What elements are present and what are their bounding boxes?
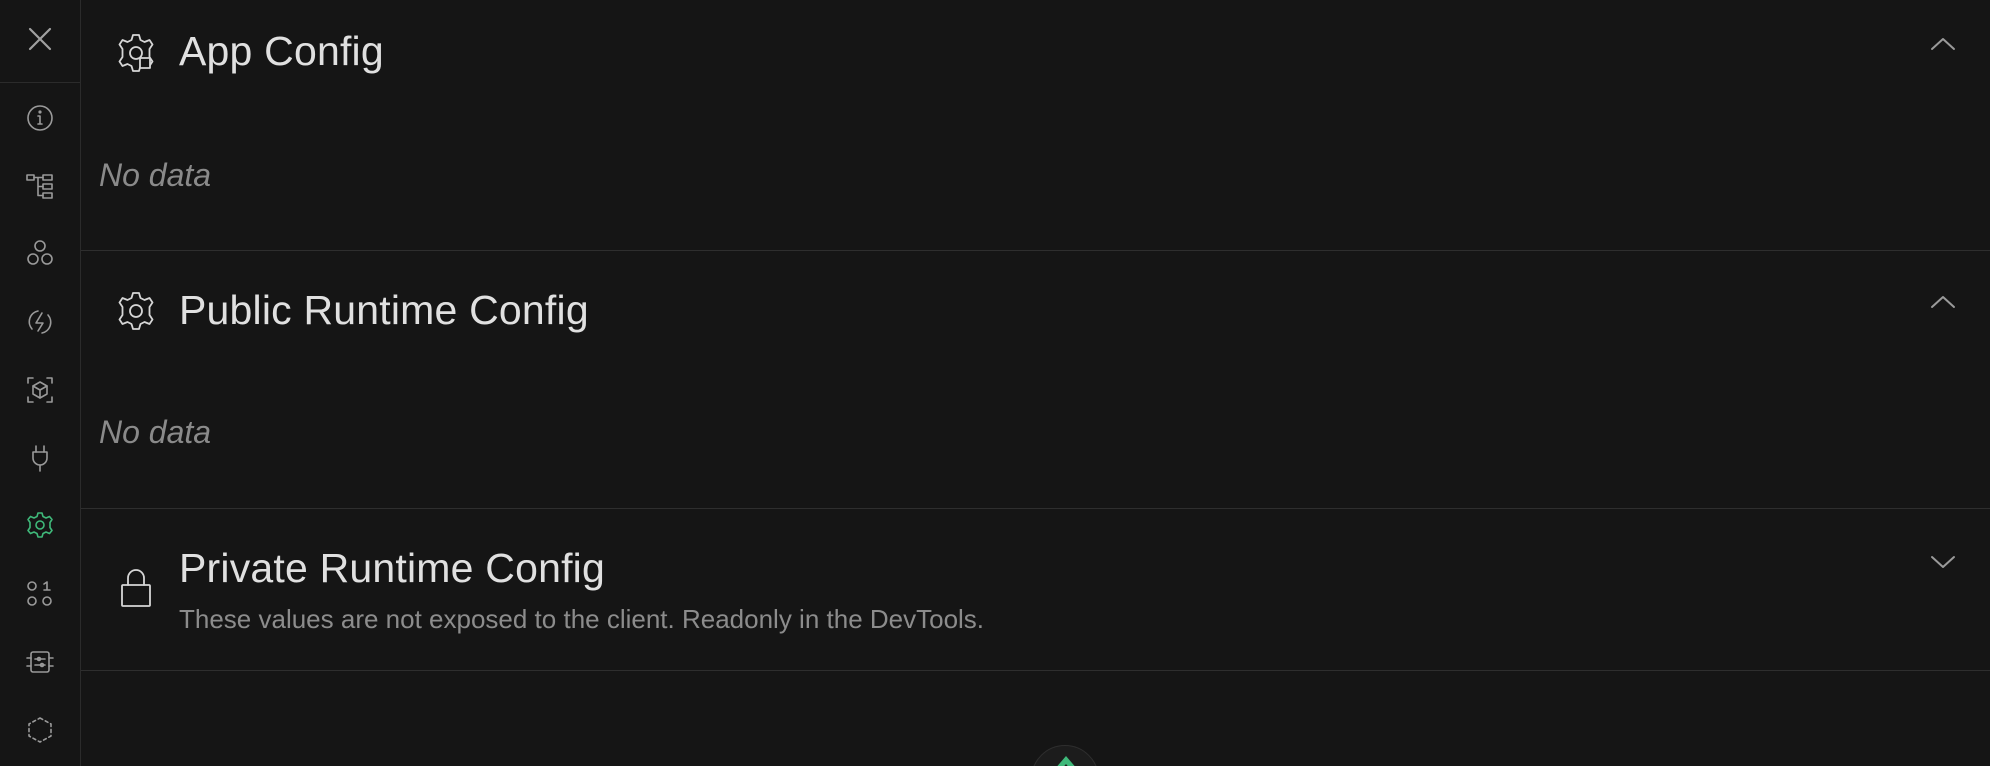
public-runtime-config-header[interactable]: Public Runtime Config xyxy=(81,251,1990,351)
chevron-down-icon[interactable] xyxy=(1928,552,1958,572)
public-runtime-config-section: Public Runtime Config No data xyxy=(81,251,1990,509)
chevron-up-icon[interactable] xyxy=(1928,292,1958,312)
sidebar-item-components[interactable] xyxy=(0,225,80,281)
gear-icon xyxy=(27,512,53,538)
sidebar-item-overview[interactable] xyxy=(0,90,80,146)
sidebar-item-server-routes[interactable] xyxy=(0,634,80,690)
components-icon xyxy=(27,240,53,265)
gear-icon xyxy=(114,289,158,333)
sidebar-item-modules[interactable] xyxy=(0,362,80,418)
close-icon xyxy=(28,27,52,50)
devtools-toggle-button[interactable] xyxy=(1031,745,1099,766)
private-runtime-config-header[interactable]: Private Runtime Config These values are … xyxy=(81,509,1990,671)
section-title: Private Runtime Config xyxy=(179,545,605,591)
payload-icon xyxy=(27,581,52,606)
chevron-up-icon[interactable] xyxy=(1928,34,1958,54)
sidebar xyxy=(0,0,81,766)
info-icon xyxy=(27,105,53,131)
app-config-header[interactable]: App Config xyxy=(81,0,1990,100)
sidebar-item-runtime-configs[interactable] xyxy=(0,497,80,553)
sidebar-item-imports[interactable] xyxy=(0,294,80,350)
private-runtime-config-section: Private Runtime Config These values are … xyxy=(81,509,1990,671)
server-routes-icon xyxy=(26,651,54,673)
dashed-hexagon-icon xyxy=(28,717,52,743)
main-content: App Config No data Public Runtime Config… xyxy=(81,0,1990,766)
section-title: Public Runtime Config xyxy=(179,287,589,333)
section-title: App Config xyxy=(179,28,384,74)
cube-icon xyxy=(27,377,53,403)
section-subtitle: These values are not exposed to the clie… xyxy=(179,604,985,634)
sidebar-item-virtual-files[interactable] xyxy=(0,702,80,758)
plug-icon xyxy=(32,445,48,472)
app-config-section: App Config No data xyxy=(81,0,1990,251)
no-data-text: No data xyxy=(99,414,212,450)
sidebar-item-pages[interactable] xyxy=(0,158,80,214)
lock-icon xyxy=(114,566,158,610)
close-button[interactable] xyxy=(25,24,55,59)
lightning-icon xyxy=(28,310,52,334)
nuxt-logo-icon xyxy=(1057,756,1075,766)
close-area xyxy=(0,0,80,83)
sidebar-item-payload[interactable] xyxy=(0,566,80,622)
tree-icon xyxy=(26,174,53,199)
sidebar-item-plugins[interactable] xyxy=(0,430,80,486)
no-data-text: No data xyxy=(99,157,212,193)
config-gear-icon xyxy=(114,31,158,75)
